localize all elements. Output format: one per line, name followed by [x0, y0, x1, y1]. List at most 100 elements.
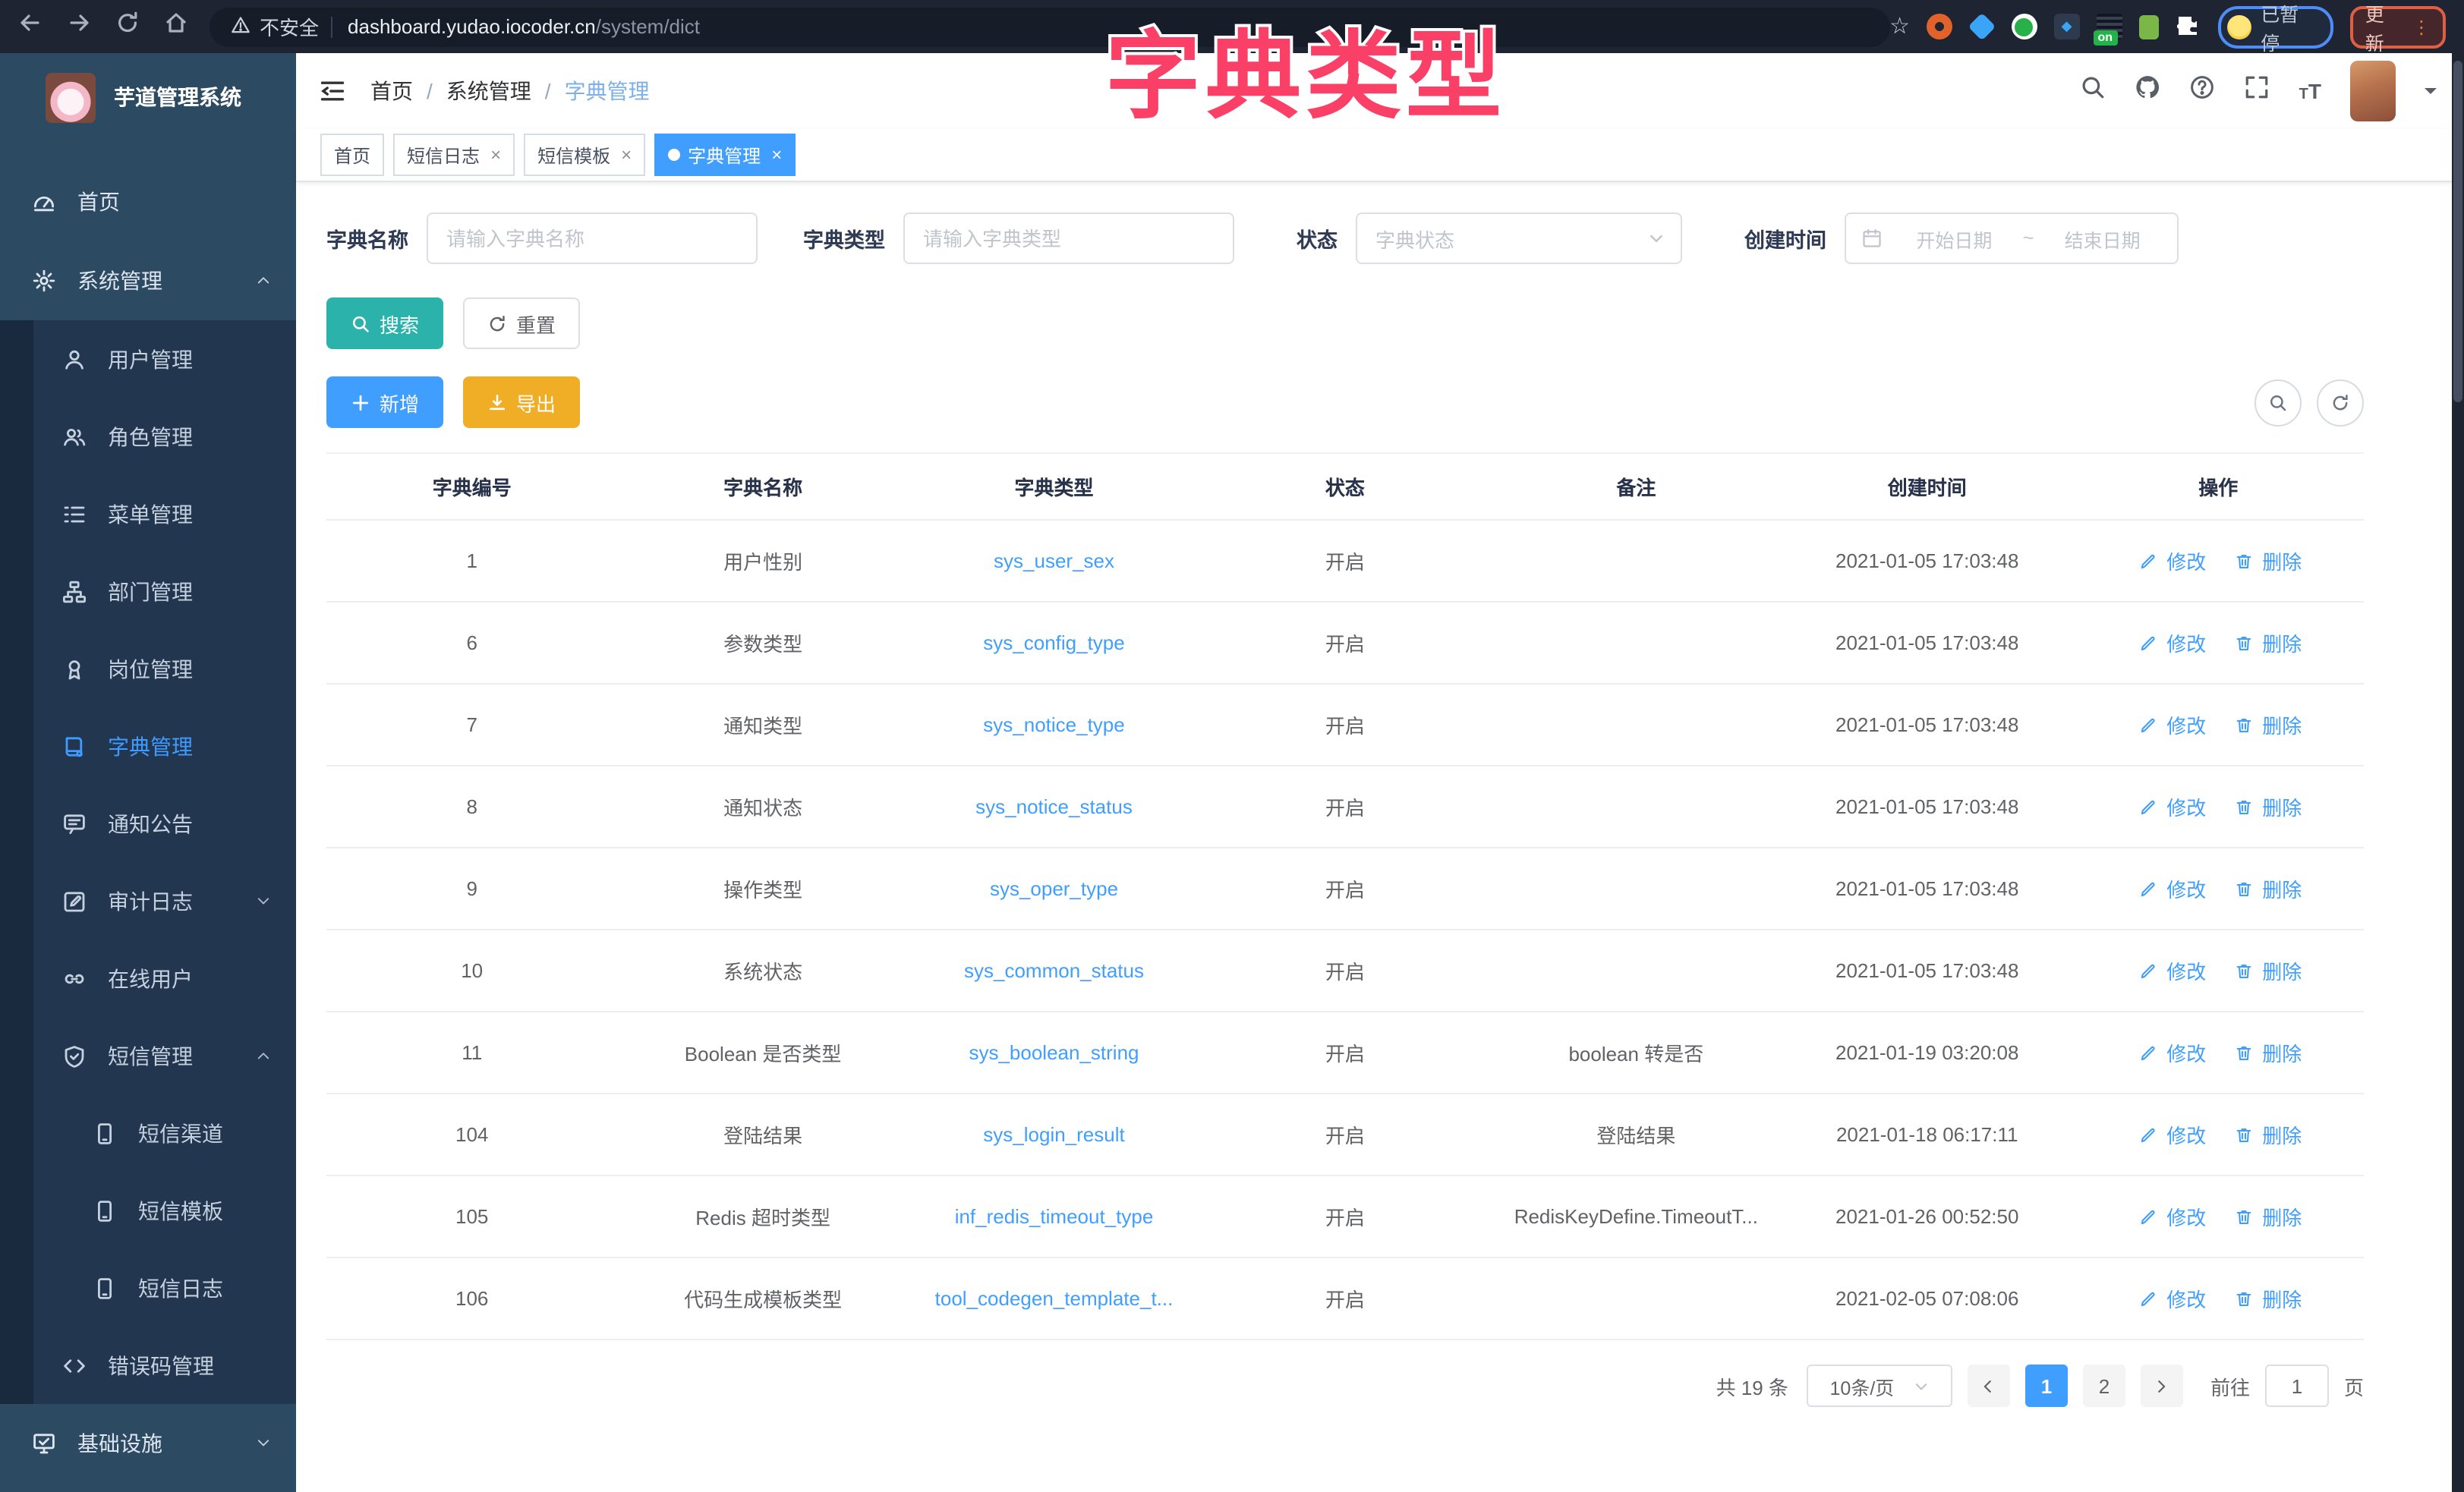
sidebar-item[interactable]: 角色管理 — [0, 398, 296, 475]
cell-dict-type-link[interactable]: tool_codegen_template_t... — [935, 1287, 1174, 1310]
sidebar-fold-icon[interactable] — [319, 77, 346, 105]
paused-extension-pill[interactable]: 已暂停 — [2219, 5, 2333, 48]
refresh-table-button[interactable] — [2317, 379, 2364, 426]
dict-type-input[interactable] — [903, 212, 1234, 264]
browser-update-button[interactable]: 更新 ⋮ — [2350, 5, 2446, 48]
delete-link[interactable]: 删除 — [2230, 956, 2302, 985]
sidebar-item[interactable]: 短信日志 — [0, 1249, 296, 1327]
delete-link[interactable]: 删除 — [2230, 1284, 2302, 1313]
edit-link[interactable]: 修改 — [2135, 1202, 2206, 1231]
breadcrumb-system[interactable]: 系统管理 — [446, 76, 531, 106]
sidebar-item[interactable]: 短信渠道 — [0, 1094, 296, 1172]
dict-name-input[interactable] — [427, 212, 758, 264]
extension-icon[interactable]: ◆ — [2054, 14, 2080, 39]
delete-link[interactable]: 删除 — [2230, 546, 2302, 575]
sidebar-item[interactable]: 短信管理 — [0, 1017, 296, 1094]
cell-dict-type-link[interactable]: sys_boolean_string — [969, 1041, 1139, 1064]
cell-dict-type-link[interactable]: sys_notice_status — [975, 795, 1133, 818]
edit-link[interactable]: 修改 — [2135, 710, 2206, 739]
extension-icon[interactable] — [2139, 14, 2160, 39]
sidebar-item[interactable]: 系统管理 — [0, 241, 296, 320]
cell-dict-type-link[interactable]: sys_common_status — [964, 959, 1144, 982]
sidebar-item[interactable]: 错误码管理 — [0, 1327, 296, 1404]
back-icon[interactable] — [18, 11, 43, 42]
font-size-icon[interactable]: TT — [2299, 79, 2321, 103]
date-range-picker[interactable]: 开始日期 ~ 结束日期 — [1845, 212, 2179, 264]
cell-dict-type-link[interactable]: sys_notice_type — [983, 713, 1124, 736]
page-size-select[interactable]: 10条/页 — [1807, 1365, 1952, 1407]
extension-icon[interactable] — [1968, 13, 1996, 40]
edit-link[interactable]: 修改 — [2135, 1284, 2206, 1313]
tab[interactable]: 短信日志× — [393, 134, 515, 176]
home-icon[interactable] — [164, 11, 188, 42]
sidebar-item[interactable]: 在线用户 — [0, 940, 296, 1017]
reset-button[interactable]: 重置 — [463, 297, 580, 349]
edit-link[interactable]: 修改 — [2135, 874, 2206, 903]
app-logo-row[interactable]: 芋道管理系统 — [0, 53, 296, 141]
delete-link[interactable]: 删除 — [2230, 1038, 2302, 1067]
menu-dots-icon[interactable]: ⋮ — [2412, 17, 2431, 36]
extension-icon[interactable]: on — [2097, 14, 2122, 39]
edit-link[interactable]: 修改 — [2135, 956, 2206, 985]
sidebar-item[interactable]: 短信模板 — [0, 1172, 296, 1249]
window-scrollbar[interactable] — [2452, 53, 2464, 1492]
prev-page-button[interactable] — [1968, 1365, 2010, 1407]
show-search-toggle-button[interactable] — [2254, 379, 2302, 426]
sidebar-item[interactable]: 通知公告 — [0, 785, 296, 862]
edit-link[interactable]: 修改 — [2135, 792, 2206, 821]
sidebar-item[interactable]: 菜单管理 — [0, 475, 296, 552]
status-select[interactable]: 字典状态 — [1356, 212, 1682, 264]
sidebar-item[interactable]: 审计日志 — [0, 862, 296, 940]
extension-icon[interactable] — [2012, 14, 2037, 39]
edit-link[interactable]: 修改 — [2135, 1120, 2206, 1149]
page-number-button[interactable]: 1 — [2025, 1365, 2068, 1407]
cell-dict-type-link[interactable]: sys_config_type — [983, 631, 1124, 654]
tab[interactable]: 字典管理× — [654, 134, 796, 176]
edit-link[interactable]: 修改 — [2135, 628, 2206, 657]
goto-page-input[interactable] — [2265, 1365, 2329, 1407]
delete-link[interactable]: 删除 — [2230, 710, 2302, 739]
breadcrumb-home[interactable]: 首页 — [370, 76, 413, 106]
tab-close-icon[interactable]: × — [621, 144, 632, 165]
export-button[interactable]: 导出 — [463, 376, 580, 428]
address-bar[interactable]: 不安全 dashboard.yudao.iocoder.cn /system/d… — [210, 7, 1889, 46]
bookmark-star-icon[interactable]: ☆ — [1889, 15, 1910, 38]
sidebar-item[interactable]: 字典管理 — [0, 707, 296, 785]
cell-dict-type-link[interactable]: sys_user_sex — [994, 549, 1114, 572]
edit-link[interactable]: 修改 — [2135, 546, 2206, 575]
tab[interactable]: 首页 — [320, 134, 384, 176]
delete-link[interactable]: 删除 — [2230, 628, 2302, 657]
page-number-button[interactable]: 2 — [2083, 1365, 2125, 1407]
search-icon[interactable] — [2081, 74, 2106, 108]
user-avatar[interactable] — [2350, 61, 2396, 121]
sidebar-item[interactable]: 基础设施 — [0, 1404, 296, 1483]
search-button[interactable]: 搜索 — [326, 297, 443, 349]
cell-dict-type-link[interactable]: inf_redis_timeout_type — [955, 1205, 1154, 1228]
tab-close-icon[interactable]: × — [771, 144, 782, 165]
delete-link[interactable]: 删除 — [2230, 1202, 2302, 1231]
delete-link[interactable]: 删除 — [2230, 874, 2302, 903]
sidebar-item[interactable]: 岗位管理 — [0, 630, 296, 707]
delete-link[interactable]: 删除 — [2230, 792, 2302, 821]
tab-close-icon[interactable]: × — [490, 144, 501, 165]
chevron-down-icon[interactable] — [2425, 88, 2437, 100]
security-warning-icon[interactable] — [231, 14, 250, 39]
github-icon[interactable] — [2135, 74, 2161, 108]
scrollbar-thumb[interactable] — [2453, 61, 2462, 402]
reload-icon[interactable] — [115, 11, 140, 42]
sidebar-item[interactable]: 部门管理 — [0, 552, 296, 630]
cell-dict-type-link[interactable]: sys_oper_type — [990, 877, 1118, 900]
delete-link[interactable]: 删除 — [2230, 1120, 2302, 1149]
sidebar-item[interactable]: 首页 — [0, 162, 296, 241]
forward-icon[interactable] — [67, 11, 91, 42]
sidebar-item[interactable]: 用户管理 — [0, 320, 296, 398]
edit-link[interactable]: 修改 — [2135, 1038, 2206, 1067]
help-icon[interactable] — [2190, 74, 2216, 108]
next-page-button[interactable] — [2141, 1365, 2183, 1407]
fullscreen-icon[interactable] — [2245, 74, 2270, 108]
extensions-puzzle-icon[interactable] — [2176, 14, 2202, 39]
extension-icon[interactable] — [1927, 14, 1952, 39]
add-button[interactable]: 新增 — [326, 376, 443, 428]
url-host[interactable]: dashboard.yudao.iocoder.cn — [348, 15, 596, 38]
tab[interactable]: 短信模板× — [524, 134, 645, 176]
